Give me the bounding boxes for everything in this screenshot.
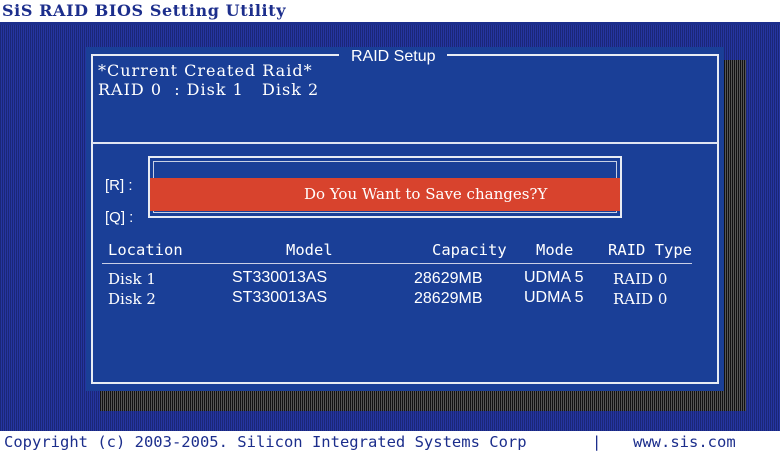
disk-model: ST330013AS (232, 289, 328, 306)
disk-mode: UDMA 5 (524, 289, 584, 306)
footer-separator: | (592, 433, 602, 451)
disk-raid-type: RAID 0 (613, 270, 668, 288)
quit-hotkey-label: [Q] (105, 209, 126, 226)
dialog-title: RAID Setup (339, 47, 448, 67)
rebuild-hotkey[interactable]: [R] : (105, 177, 133, 194)
dialog-divider (92, 142, 718, 144)
disk-mode: UDMA 5 (524, 269, 584, 286)
dialog-frame (91, 54, 719, 384)
disk-location: Disk 2 (108, 290, 156, 308)
current-raid-label: *Current Created Raid* (98, 61, 313, 80)
raid-setup-dialog: RAID Setup *Current Created Raid* RAID 0… (86, 47, 724, 391)
title-bar: SiS RAID BIOS Setting Utility (0, 0, 780, 26)
quit-hotkey[interactable]: [Q] : (105, 209, 133, 226)
column-header-location: Location (108, 241, 183, 259)
current-raid-value: RAID 0 : Disk 1 Disk 2 (98, 80, 320, 99)
confirm-save-prompt[interactable]: Do You Want to Save changes?Y (150, 178, 620, 211)
disk-capacity: 28629MB (414, 270, 483, 287)
column-header-model: Model (286, 241, 333, 259)
disk-location: Disk 1 (108, 270, 156, 288)
disk-raid-type: RAID 0 (613, 290, 668, 308)
dialog-shadow-bottom (100, 391, 746, 411)
rebuild-hotkey-label: [R] (105, 177, 125, 194)
column-header-capacity: Capacity (432, 241, 507, 259)
utility-title: SiS RAID BIOS Setting Utility (2, 1, 287, 20)
confirm-save-text: Do You Want to Save changes?Y (304, 185, 548, 203)
table-header-rule (102, 263, 692, 264)
column-header-raid-type: RAID Type (608, 241, 692, 259)
dialog-shadow-right (724, 60, 746, 411)
website-link: www.sis.com (633, 433, 736, 451)
disk-model: ST330013AS (232, 269, 328, 286)
copyright-text: Copyright (c) 2003-2005. Silicon Integra… (4, 433, 527, 451)
status-bar: Copyright (c) 2003-2005. Silicon Integra… (0, 431, 780, 454)
column-header-mode: Mode (536, 241, 574, 259)
disk-capacity: 28629MB (414, 290, 483, 307)
